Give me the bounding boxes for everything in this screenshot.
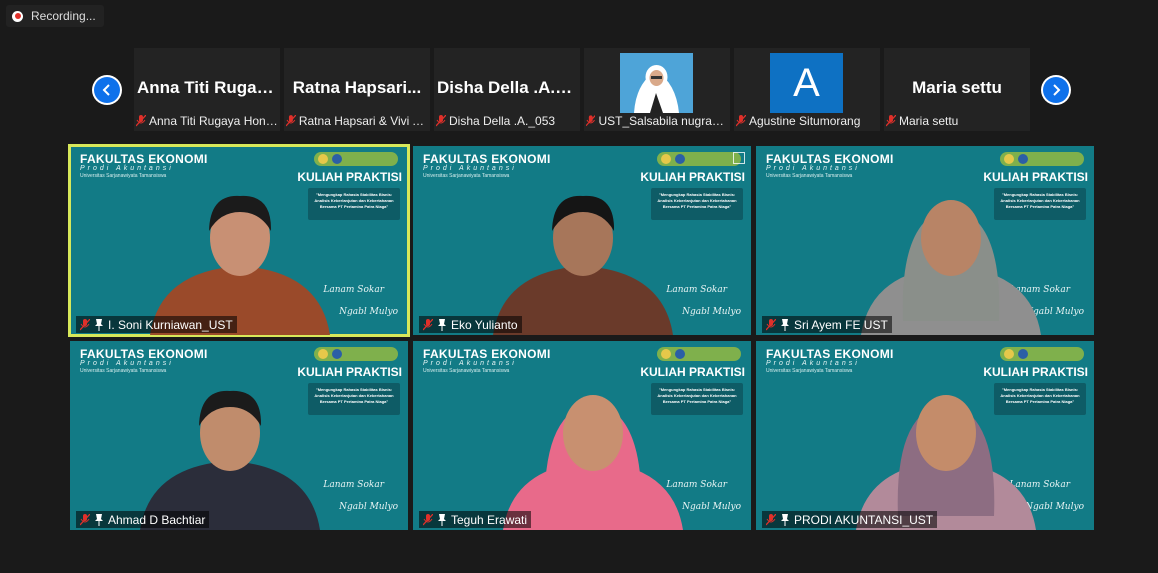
chevron-left-icon: [102, 84, 110, 96]
participant-video: [861, 200, 1041, 335]
video-tile[interactable]: FAKULTAS EKONOMI Prodi Akuntansi Univers…: [70, 341, 408, 530]
participant-thumb[interactable]: Anna Titi Rugay... Anna Titi Rugaya Honi…: [134, 48, 280, 131]
pin-icon: [95, 513, 103, 526]
mic-muted-icon: [586, 115, 596, 127]
video-tile[interactable]: FAKULTAS EKONOMI Prodi Akuntansi Univers…: [413, 341, 751, 530]
participant-thumb[interactable]: A Agustine Situmorang: [734, 48, 880, 131]
participant-label: Agustine Situmorang: [749, 114, 861, 128]
participant-name: Ahmad D Bachtiar: [108, 512, 206, 527]
mic-muted-icon: [436, 115, 446, 127]
mic-muted-icon: [286, 115, 296, 127]
mic-muted-icon: [736, 115, 746, 127]
participant-head: [921, 200, 981, 276]
participant-display-name: Maria settu: [912, 78, 1002, 97]
participant-name-label: Ahmad D Bachtiar: [76, 511, 210, 528]
participant-head: [563, 395, 623, 471]
mic-muted-icon: [423, 513, 433, 525]
mic-muted-icon: [136, 115, 146, 127]
maximize-icon[interactable]: [733, 152, 745, 164]
participant-name-label: Teguh Erawati: [419, 511, 532, 528]
chevron-right-icon: [1053, 84, 1061, 96]
participant-name-label: I. Soni Kurniawan_UST: [76, 316, 237, 333]
participant-avatar-letter: A: [770, 53, 843, 113]
video-tile[interactable]: FAKULTAS EKONOMI Prodi Akuntansi Univers…: [68, 144, 410, 337]
participant-video: [140, 390, 320, 530]
participant-video: [150, 195, 330, 335]
previous-page-button[interactable]: [92, 75, 122, 105]
mic-muted-icon: [766, 318, 776, 330]
pin-icon: [781, 318, 789, 331]
participant-name: Eko Yulianto: [451, 317, 518, 332]
pin-icon: [438, 318, 446, 331]
participant-video: [856, 395, 1036, 530]
participant-display-name: Anna Titi Rugay...: [137, 78, 279, 97]
participant-avatar-photo: [620, 53, 693, 113]
pin-icon: [781, 513, 789, 526]
participant-video: [493, 195, 673, 335]
pin-icon: [438, 513, 446, 526]
mic-muted-icon: [80, 513, 90, 525]
participant-video: [503, 395, 683, 530]
participant-thumb[interactable]: Maria settu Maria settu: [884, 48, 1030, 131]
participant-label: Disha Della .A._053: [449, 114, 556, 128]
mic-muted-icon: [80, 318, 90, 330]
participant-display-name: Ratna Hapsari...: [292, 78, 422, 97]
mic-muted-icon: [886, 115, 896, 127]
participant-filmstrip: Anna Titi Rugay... Anna Titi Rugaya Honi…: [134, 48, 1030, 131]
pin-icon: [95, 318, 103, 331]
record-icon: [12, 10, 23, 22]
next-page-button[interactable]: [1041, 75, 1071, 105]
video-tile[interactable]: FAKULTAS EKONOMI Prodi Akuntansi Univers…: [756, 341, 1094, 530]
mic-muted-icon: [766, 513, 776, 525]
participant-display-name: Disha Della .A._...: [437, 78, 579, 97]
participant-head: [916, 395, 976, 471]
participant-thumb[interactable]: UST_Salsabila nugraha...: [584, 48, 730, 131]
participant-name: Sri Ayem FE UST: [794, 317, 888, 332]
mic-muted-icon: [423, 318, 433, 330]
recording-label: Recording...: [31, 9, 96, 23]
participant-name-label: PRODI AKUNTANSI_UST: [762, 511, 938, 528]
participant-label: Maria settu: [899, 114, 959, 128]
participant-name-label: Sri Ayem FE UST: [762, 316, 892, 333]
participant-label: Ratna Hapsari & Vivi A...: [298, 114, 428, 128]
participant-thumb[interactable]: Disha Della .A._... Disha Della .A._053: [434, 48, 580, 131]
video-tile[interactable]: FAKULTAS EKONOMI Prodi Akuntansi Univers…: [413, 146, 751, 335]
participant-name: PRODI AKUNTANSI_UST: [794, 512, 934, 527]
participant-label: Anna Titi Rugaya Honi...: [148, 114, 278, 128]
participant-thumb[interactable]: Ratna Hapsari... Ratna Hapsari & Vivi A.…: [284, 48, 430, 131]
recording-indicator[interactable]: Recording...: [6, 5, 104, 27]
participant-name: Teguh Erawati: [451, 512, 528, 527]
participant-name: I. Soni Kurniawan_UST: [108, 317, 233, 332]
participant-label: UST_Salsabila nugraha...: [598, 114, 728, 128]
participant-name-label: Eko Yulianto: [419, 316, 522, 333]
video-tile[interactable]: FAKULTAS EKONOMI Prodi Akuntansi Univers…: [756, 146, 1094, 335]
